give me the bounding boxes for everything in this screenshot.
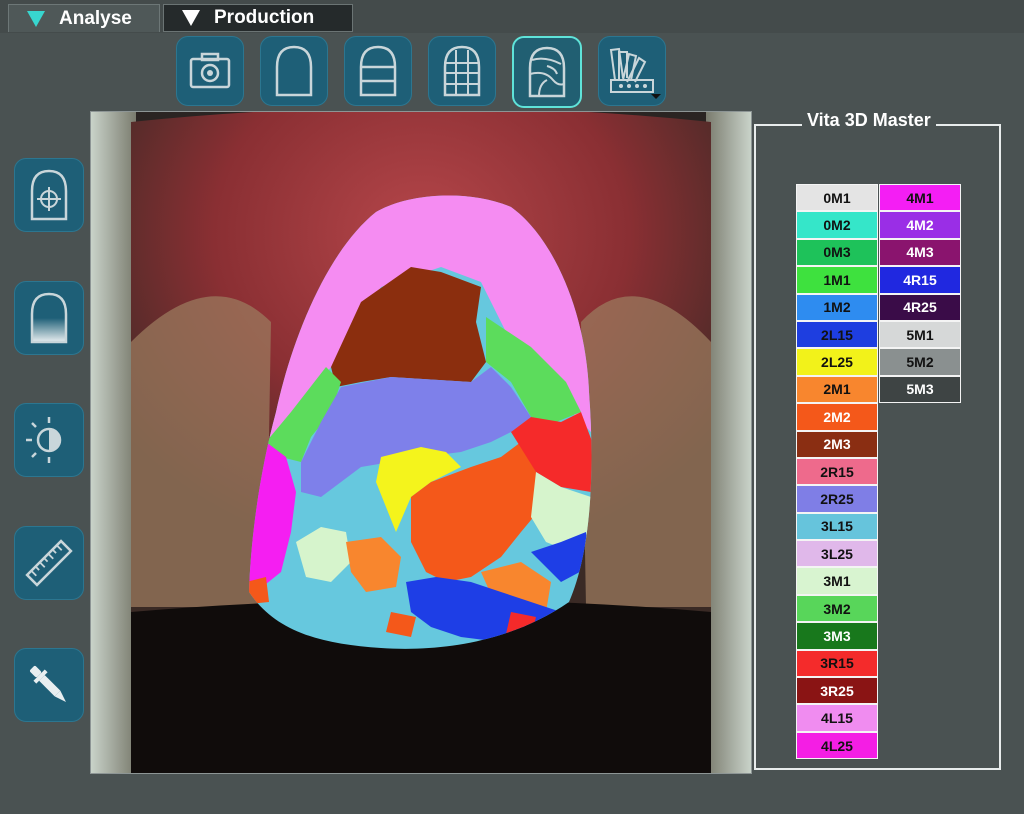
shade-swatch-2r15[interactable]: 2R15	[796, 457, 878, 486]
shade-column-2: 4M1 4M2 4M3 4R15 4R25 5M1 5M2 5M3	[879, 184, 961, 404]
tooth-target-button[interactable]	[14, 158, 84, 232]
tooth-grid-icon	[443, 45, 481, 97]
shade-column-1: 0M1 0M2 0M3 1M1 1M2 2L15 2L25 2M1 2M2 2M3 2R15 2R25…	[796, 184, 878, 760]
shade-swatch-1m1[interactable]: 1M1	[796, 266, 878, 294]
tooth-grid-button[interactable]	[428, 36, 496, 106]
shade-swatch-3r25[interactable]: 3R25	[796, 677, 878, 705]
tooth-map-button[interactable]	[512, 36, 582, 108]
tooth-thirds-icon	[359, 45, 397, 97]
tab-production-label: Production	[214, 7, 315, 28]
shade-swatch-3l25[interactable]: 3L25	[796, 540, 878, 568]
shade-guide-button[interactable]	[598, 36, 666, 106]
tooth-gradient-button[interactable]	[14, 281, 84, 355]
triangle-down-icon	[182, 10, 200, 26]
tooth-shade-map	[91, 112, 751, 773]
shade-swatch-2m3[interactable]: 2M3	[796, 430, 878, 458]
shade-swatch-2l15[interactable]: 2L15	[796, 320, 878, 349]
tooth-gradient-icon	[30, 292, 68, 344]
tooth-map-icon	[528, 46, 566, 98]
eyedropper-button[interactable]	[14, 648, 84, 722]
shade-swatch-3m2[interactable]: 3M2	[796, 594, 878, 623]
brightness-button[interactable]	[14, 403, 84, 477]
shade-swatch-0m3[interactable]: 0M3	[796, 238, 878, 267]
panel-title: Vita 3D Master	[802, 110, 936, 131]
shade-swatch-2l25[interactable]: 2L25	[796, 348, 878, 376]
tab-bar: Analyse Production	[0, 0, 1024, 33]
tooth-outline-button[interactable]	[260, 36, 328, 106]
shade-swatch-4m3[interactable]: 4M3	[879, 238, 961, 267]
camera-button[interactable]	[176, 36, 244, 106]
shade-swatch-4r15[interactable]: 4R15	[879, 266, 961, 294]
shade-swatch-4r25[interactable]: 4R25	[879, 293, 961, 321]
shade-swatch-5m1[interactable]: 5M1	[879, 320, 961, 349]
shade-swatch-3m3[interactable]: 3M3	[796, 622, 878, 650]
shade-swatch-4l25[interactable]: 4L25	[796, 731, 878, 760]
shade-swatch-4m1[interactable]: 4M1	[879, 184, 961, 212]
tooth-target-icon	[30, 169, 68, 221]
shade-swatch-4m2[interactable]: 4M2	[879, 211, 961, 239]
shade-swatch-2r25[interactable]: 2R25	[796, 485, 878, 513]
eyedropper-icon	[30, 666, 66, 702]
shade-swatch-3m1[interactable]: 3M1	[796, 567, 878, 595]
shade-swatch-5m2[interactable]: 5M2	[879, 348, 961, 376]
triangle-down-icon	[27, 10, 45, 27]
shade-swatch-1m2[interactable]: 1M2	[796, 293, 878, 321]
ruler-icon	[25, 539, 73, 587]
brightness-icon	[26, 417, 62, 463]
shade-swatch-4l15[interactable]: 4L15	[796, 704, 878, 732]
camera-icon	[189, 52, 231, 89]
tab-analyse[interactable]: Analyse	[8, 4, 160, 32]
shade-guide-icon	[609, 47, 661, 99]
shade-swatch-2m1[interactable]: 2M1	[796, 375, 878, 404]
ruler-button[interactable]	[14, 526, 84, 600]
shade-analysis-image[interactable]	[90, 111, 752, 774]
shade-swatch-2m2[interactable]: 2M2	[796, 403, 878, 431]
shade-swatch-0m2[interactable]: 0M2	[796, 211, 878, 239]
tooth-outline-icon	[275, 45, 313, 97]
tooth-thirds-button[interactable]	[344, 36, 412, 106]
shade-swatch-0m1[interactable]: 0M1	[796, 184, 878, 212]
tab-production[interactable]: Production	[163, 4, 353, 32]
shade-swatch-5m3[interactable]: 5M3	[879, 375, 961, 404]
shade-swatch-3l15[interactable]: 3L15	[796, 512, 878, 541]
shade-swatch-3r15[interactable]: 3R15	[796, 649, 878, 678]
tab-analyse-label: Analyse	[59, 7, 132, 29]
